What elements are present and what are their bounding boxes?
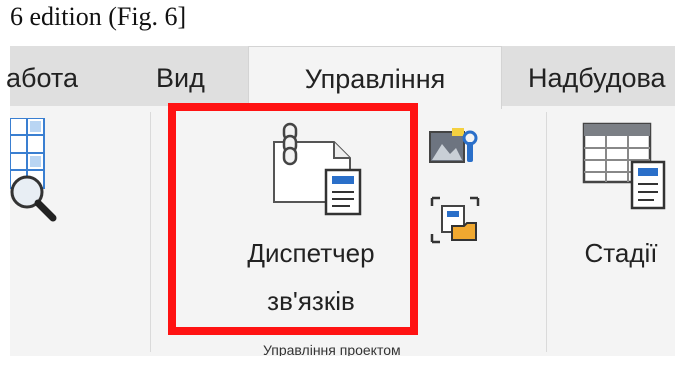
- open-folder-icon[interactable]: [430, 196, 480, 244]
- image-settings-icon[interactable]: [428, 126, 482, 166]
- bottom-strip: [10, 356, 675, 365]
- ribbon-panel: Диспетчер зв'язків Стадії Управління про…: [9, 106, 675, 365]
- tab-manage[interactable]: Управління: [248, 46, 502, 109]
- stages-label: Стадії: [584, 238, 658, 268]
- phases-table-icon[interactable]: [582, 122, 668, 214]
- separator: [546, 112, 547, 352]
- caption-text: 6 edition (Fig. 6]: [0, 0, 675, 42]
- ribbon-tab-bar: абота Вид Управління Надбудова: [6, 46, 675, 109]
- zoom-grid-icon[interactable]: [9, 117, 62, 230]
- tab-work[interactable]: абота: [6, 46, 78, 106]
- manage-links-label-line1: Диспетчер: [247, 238, 375, 268]
- tab-addins[interactable]: Надбудова: [528, 46, 666, 106]
- tab-view[interactable]: Вид: [156, 46, 205, 106]
- separator: [150, 112, 151, 352]
- caption-label: 6 edition (Fig. 6]: [10, 2, 187, 31]
- link-manager-icon[interactable]: [272, 122, 372, 216]
- manage-links-label-line2: зв'язків: [267, 286, 355, 316]
